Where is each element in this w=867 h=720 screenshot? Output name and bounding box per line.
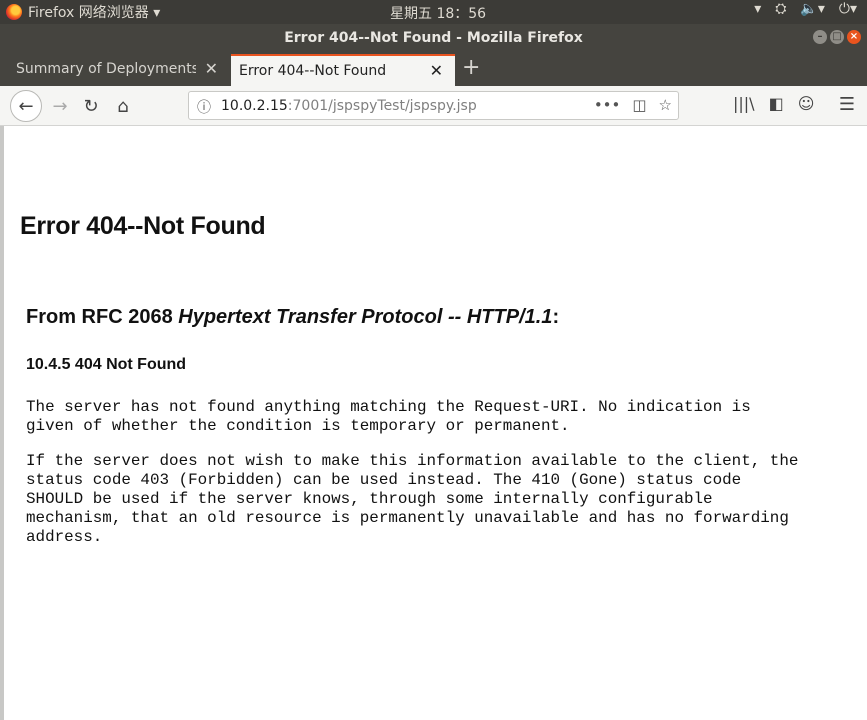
- rfc-suffix: :: [552, 306, 560, 328]
- back-button[interactable]: ←: [10, 90, 42, 122]
- page-content: Error 404--Not Found From RFC 2068 Hyper…: [0, 126, 867, 720]
- tab-summary-of-deployments[interactable]: Summary of Deployments - I ✕: [8, 54, 230, 86]
- new-tab-button[interactable]: +: [462, 55, 480, 80]
- system-clock[interactable]: 星期五 18：56: [390, 3, 486, 23]
- app-menu-label: Firefox 网络浏览器 ▾: [28, 5, 161, 21]
- rfc-heading: From RFC 2068 Hypertext Transfer Protoco…: [26, 306, 559, 329]
- firefox-logo-icon: [6, 4, 22, 20]
- url-path: :7001/jspspyTest/jspspy.jsp: [287, 98, 477, 114]
- close-window-button[interactable]: ×: [847, 30, 861, 44]
- toolbar-right: |||\ ◧ ☺: [733, 94, 814, 113]
- error-paragraph-2: If the server does not wish to make this…: [26, 452, 799, 546]
- rfc-title: Hypertext Transfer Protocol -- HTTP/1.1: [178, 306, 553, 328]
- sidebar-icon[interactable]: ◧: [769, 94, 784, 113]
- url-bar[interactable]: ⓘ 10.0.2.15:7001/jspspyTest/jspspy.jsp •…: [188, 91, 679, 120]
- pocket-icon[interactable]: ◫: [632, 96, 646, 114]
- window-titlebar: Error 404--Not Found - Mozilla Firefox –…: [0, 24, 867, 52]
- account-icon[interactable]: ☺: [798, 94, 815, 113]
- system-tray: ▾ ⛭ 🔈▾ ⏻▾: [754, 1, 857, 17]
- page-title: Error 404--Not Found: [20, 212, 266, 240]
- forward-button[interactable]: →: [46, 92, 74, 120]
- power-icon[interactable]: ⏻▾: [839, 1, 857, 17]
- maximize-button[interactable]: □: [830, 30, 844, 44]
- library-icon[interactable]: |||\: [733, 94, 755, 113]
- system-top-panel: Firefox 网络浏览器 ▾ 星期五 18：56 ▾ ⛭ 🔈▾ ⏻▾: [0, 0, 867, 24]
- close-tab-icon[interactable]: ✕: [205, 59, 218, 78]
- network-icon[interactable]: ⛭: [775, 1, 786, 17]
- minimize-button[interactable]: –: [813, 30, 827, 44]
- url-host: 10.0.2.15: [221, 98, 288, 114]
- reload-button[interactable]: ↻: [77, 92, 105, 120]
- app-menu[interactable]: Firefox 网络浏览器 ▾: [6, 2, 160, 22]
- window-controls: – □ ×: [813, 30, 861, 44]
- window-title: Error 404--Not Found - Mozilla Firefox: [284, 30, 583, 46]
- tab-label: Summary of Deployments - I: [16, 61, 196, 77]
- bookmark-star-icon[interactable]: ☆: [659, 96, 672, 114]
- url-text[interactable]: 10.0.2.15:7001/jspspyTest/jspspy.jsp: [221, 98, 477, 114]
- tab-error-404[interactable]: Error 404--Not Found ✕: [231, 54, 455, 86]
- error-paragraph-1: The server has not found anything matchi…: [26, 398, 751, 435]
- menu-icon[interactable]: ☰: [839, 94, 855, 115]
- site-info-icon[interactable]: ⓘ: [197, 97, 211, 117]
- section-heading: 10.4.5 404 Not Found: [26, 356, 187, 373]
- navigation-toolbar: ← → ↻ ⌂ ⓘ 10.0.2.15:7001/jspspyTest/jsps…: [0, 86, 867, 126]
- tray-dropdown-icon[interactable]: ▾: [754, 1, 761, 17]
- url-actions: ••• ◫ ☆: [594, 96, 672, 114]
- volume-icon[interactable]: 🔈▾: [800, 1, 824, 17]
- window-left-edge: [0, 126, 4, 720]
- tab-label: Error 404--Not Found: [239, 63, 387, 79]
- page-actions-icon[interactable]: •••: [594, 96, 621, 114]
- close-tab-icon[interactable]: ✕: [430, 61, 443, 80]
- home-button[interactable]: ⌂: [109, 92, 137, 120]
- tab-strip: Summary of Deployments - I ✕ Error 404--…: [0, 52, 867, 86]
- rfc-prefix: From RFC 2068: [26, 306, 179, 328]
